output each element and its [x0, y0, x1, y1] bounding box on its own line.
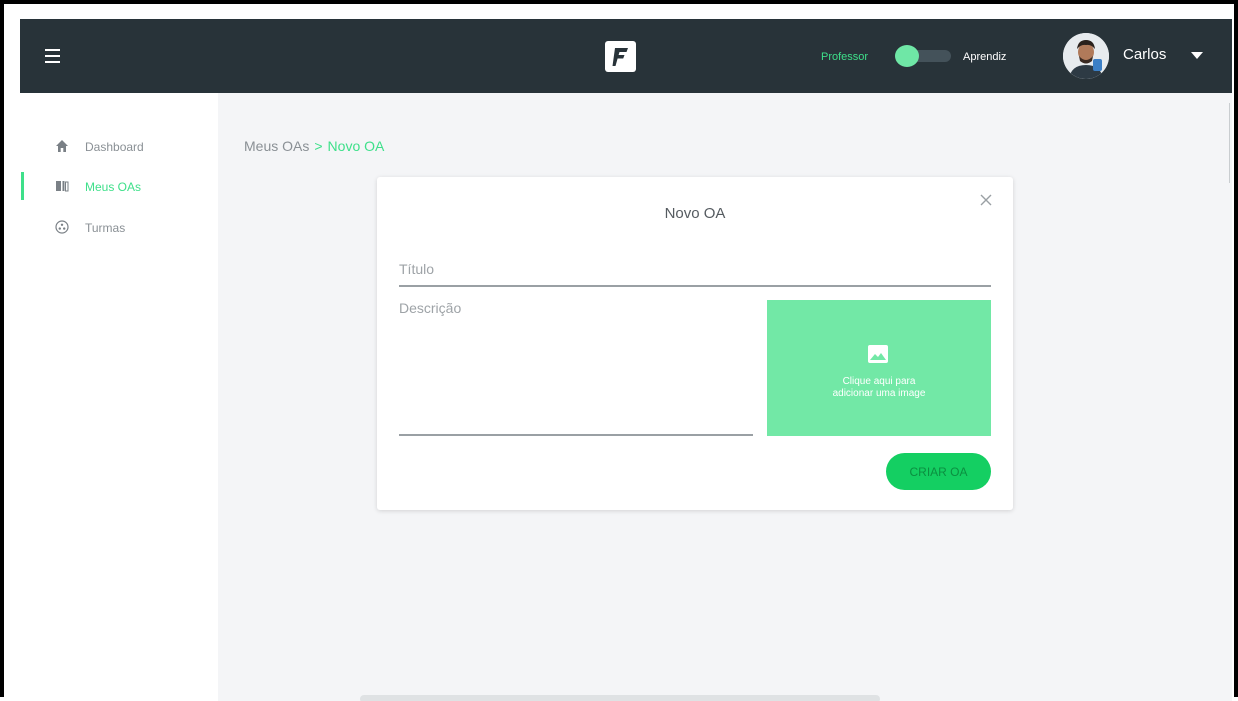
top-bar: Professor Aprendiz Carlos: [20, 19, 1232, 93]
breadcrumb-parent[interactable]: Meus OAs: [244, 138, 309, 154]
image-upload-text: Clique aqui para adicionar uma image: [767, 376, 991, 400]
window-frame: Professor Aprendiz Carlos Dashboard Meus…: [0, 0, 1238, 701]
bottom-shadow: [360, 695, 880, 701]
app-logo: [605, 41, 636, 72]
active-indicator: [21, 172, 24, 200]
chevron-down-icon[interactable]: [1191, 52, 1203, 59]
sidebar-item-turmas[interactable]: Turmas: [20, 211, 218, 243]
close-icon[interactable]: [979, 193, 993, 207]
title-input[interactable]: [399, 255, 991, 283]
sidebar-item-label: Meus OAs: [85, 180, 142, 194]
scrollbar[interactable]: [1229, 103, 1230, 183]
image-upload-area[interactable]: Clique aqui para adicionar uma image: [767, 300, 991, 436]
image-upload-text-line2: adicionar uma image: [832, 388, 926, 399]
home-icon: [55, 139, 69, 153]
toggle-knob: [895, 45, 919, 67]
breadcrumb-current: Novo OA: [327, 138, 385, 154]
description-input[interactable]: [399, 300, 753, 430]
image-upload-text-line1: Clique aqui para: [842, 376, 916, 387]
mode-label-professor: Professor: [821, 51, 869, 63]
sidebar-item-label: Turmas: [85, 221, 126, 235]
modal-title: Novo OA: [664, 205, 726, 222]
menu-icon[interactable]: [45, 49, 60, 63]
sidebar-item-dashboard[interactable]: Dashboard: [20, 130, 218, 162]
title-field: [399, 255, 991, 287]
user-name[interactable]: Carlos: [1123, 46, 1166, 64]
breadcrumb: Meus OAs > Novo OA: [244, 138, 384, 155]
group-icon: [55, 220, 69, 234]
sidebar-item-label: Dashboard: [85, 140, 144, 154]
sidebar-item-meus-oas[interactable]: Meus OAs: [20, 170, 218, 202]
mode-toggle[interactable]: [893, 45, 951, 67]
image-icon: [867, 344, 889, 364]
avatar[interactable]: [1063, 33, 1109, 79]
sidebar: Dashboard Meus OAs Turmas: [20, 93, 218, 701]
description-field: [399, 300, 753, 436]
mode-label-aprendiz: Aprendiz: [963, 51, 1007, 63]
new-oa-modal: Novo OA Clique a: [377, 177, 1013, 510]
create-oa-button[interactable]: CRIAR OA: [886, 453, 991, 490]
book-icon: [55, 179, 69, 193]
app-container: Professor Aprendiz Carlos Dashboard Meus…: [20, 19, 1232, 701]
breadcrumb-separator: >: [314, 138, 323, 154]
